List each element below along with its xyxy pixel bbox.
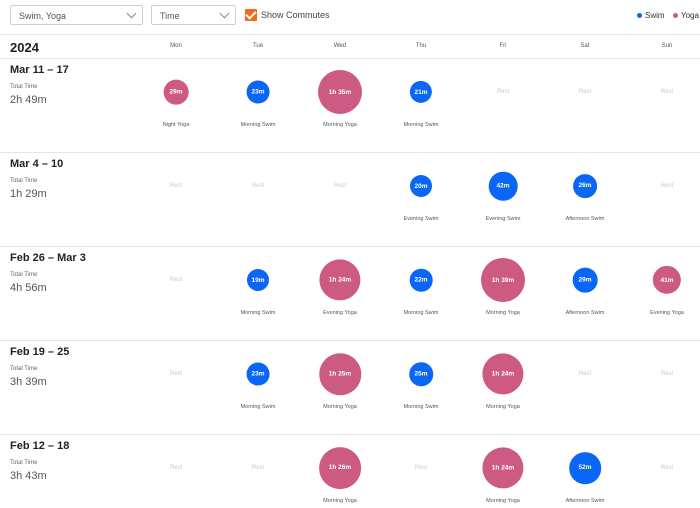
total-time-label: Total Time — [10, 366, 38, 372]
rest-day-label: Rest — [578, 89, 592, 95]
activity-label[interactable]: Morning Yoga — [300, 404, 380, 410]
activity-label[interactable]: Morning Yoga — [300, 122, 380, 128]
day-header-tue: Tue — [252, 43, 264, 49]
rest-day-label: Rest — [251, 183, 265, 189]
total-time-value: 3h 39m — [10, 376, 47, 388]
total-time-value: 4h 56m — [10, 282, 47, 294]
legend-item-swim: Swim — [637, 11, 665, 20]
swim-activity-bubble[interactable]: 23m — [246, 80, 270, 104]
legend-label: Swim — [645, 11, 665, 20]
activity-label[interactable]: Evening Yoga — [627, 310, 700, 316]
yoga-dot-icon — [673, 13, 678, 18]
rest-day-label: Rest — [660, 371, 674, 377]
activity-label[interactable]: Morning Swim — [218, 404, 298, 410]
rest-day-label: Rest — [496, 89, 510, 95]
week-divider — [0, 246, 700, 247]
swim-activity-bubble[interactable]: 25m — [409, 362, 433, 386]
rest-day-label: Rest — [660, 465, 674, 471]
activity-label[interactable]: Morning Swim — [381, 310, 461, 316]
show-commutes-checkbox[interactable] — [245, 9, 257, 21]
rest-day-label: Rest — [660, 183, 674, 189]
rest-day-label: Rest — [169, 465, 183, 471]
activity-label[interactable]: Morning Yoga — [463, 404, 543, 410]
legend-label: Yoga — [681, 11, 699, 20]
swim-dot-icon — [637, 13, 642, 18]
total-time-value: 3h 43m — [10, 470, 47, 482]
total-time-label: Total Time — [10, 178, 38, 184]
swim-activity-bubble[interactable]: 29m — [572, 267, 598, 293]
week-title: Feb 26 – Mar 3 — [10, 252, 86, 264]
yoga-activity-bubble[interactable]: 1h 26m — [319, 447, 361, 489]
rest-day-label: Rest — [251, 465, 265, 471]
rest-day-label: Rest — [169, 277, 183, 283]
legend-item-yoga: Yoga — [673, 11, 699, 20]
week-divider — [0, 152, 700, 153]
rest-day-label: Rest — [660, 89, 674, 95]
sport-filter-select[interactable]: Swim, Yoga — [10, 5, 143, 25]
swim-activity-bubble[interactable]: 52m — [569, 452, 601, 484]
activity-label[interactable]: Evening Swim — [463, 216, 543, 222]
rest-day-label: Rest — [169, 183, 183, 189]
activity-label[interactable]: Morning Yoga — [463, 310, 543, 316]
yoga-activity-bubble[interactable]: 1h 24m — [482, 353, 524, 395]
week-title: Feb 12 – 18 — [10, 440, 70, 452]
yoga-activity-bubble[interactable]: 1h 25m — [319, 353, 361, 395]
day-header-thu: Thu — [415, 43, 427, 49]
total-time-label: Total Time — [10, 272, 38, 278]
total-time-label: Total Time — [10, 460, 38, 466]
rest-day-label: Rest — [414, 465, 428, 471]
swim-activity-bubble[interactable]: 42m — [488, 171, 518, 201]
activity-label[interactable]: Night Yoga — [136, 122, 216, 128]
day-header-sat: Sat — [580, 43, 590, 49]
activity-label[interactable]: Evening Yoga — [300, 310, 380, 316]
rest-day-label: Rest — [578, 371, 592, 377]
activity-label[interactable]: Afternoon Swim — [545, 310, 625, 316]
activity-label[interactable]: Morning Swim — [381, 122, 461, 128]
day-header-fri: Fri — [499, 43, 507, 49]
chevron-down-icon — [219, 8, 230, 19]
total-time-value: 2h 49m — [10, 94, 47, 106]
week-divider — [0, 340, 700, 341]
yoga-activity-bubble[interactable]: 29m — [163, 79, 189, 105]
swim-activity-bubble[interactable]: 19m — [247, 269, 269, 291]
activity-label[interactable]: Evening Swim — [381, 216, 461, 222]
week-divider — [0, 58, 700, 59]
swim-activity-bubble[interactable]: 21m — [409, 80, 433, 104]
week-title: Mar 11 – 17 — [10, 64, 69, 76]
chevron-down-icon — [126, 8, 137, 19]
yoga-activity-bubble[interactable]: 1h 24m — [482, 447, 524, 489]
metric-filter-select[interactable]: Time — [151, 5, 236, 25]
day-header-wed: Wed — [333, 43, 347, 49]
activity-label[interactable]: Morning Yoga — [463, 498, 543, 504]
total-time-value: 1h 29m — [10, 188, 47, 200]
day-header-mon: Mon — [170, 43, 182, 49]
yoga-activity-bubble[interactable]: 1h 24m — [319, 259, 361, 301]
sport-filter-value: Swim, Yoga — [19, 11, 67, 21]
activity-label[interactable]: Afternoon Swim — [545, 498, 625, 504]
swim-activity-bubble[interactable]: 20m — [410, 175, 432, 197]
week-divider — [0, 434, 700, 435]
show-commutes-label[interactable]: Show Commutes — [261, 10, 330, 20]
activity-label[interactable]: Morning Swim — [381, 404, 461, 410]
filter-bar: Swim, Yoga Time Show Commutes Swim Yoga — [0, 0, 700, 34]
activity-label[interactable]: Morning Yoga — [300, 498, 380, 504]
swim-activity-bubble[interactable]: 22m — [409, 268, 433, 292]
rest-day-label: Rest — [169, 371, 183, 377]
week-divider — [0, 34, 700, 35]
yoga-activity-bubble[interactable]: 41m — [652, 265, 682, 295]
day-header-sun: Sun — [661, 43, 673, 49]
year-heading: 2024 — [10, 40, 39, 55]
activity-label[interactable]: Morning Swim — [218, 310, 298, 316]
swim-activity-bubble[interactable]: 23m — [246, 362, 270, 386]
rest-day-label: Rest — [333, 183, 347, 189]
activity-label[interactable]: Afternoon Swim — [545, 216, 625, 222]
week-title: Mar 4 – 10 — [10, 158, 64, 170]
yoga-activity-bubble[interactable]: 1h 39m — [481, 258, 525, 302]
yoga-activity-bubble[interactable]: 1h 35m — [318, 70, 362, 114]
total-time-label: Total Time — [10, 84, 38, 90]
week-title: Feb 19 – 25 — [10, 346, 70, 358]
metric-filter-value: Time — [160, 11, 180, 21]
swim-activity-bubble[interactable]: 26m — [573, 174, 597, 198]
activity-label[interactable]: Morning Swim — [218, 122, 298, 128]
